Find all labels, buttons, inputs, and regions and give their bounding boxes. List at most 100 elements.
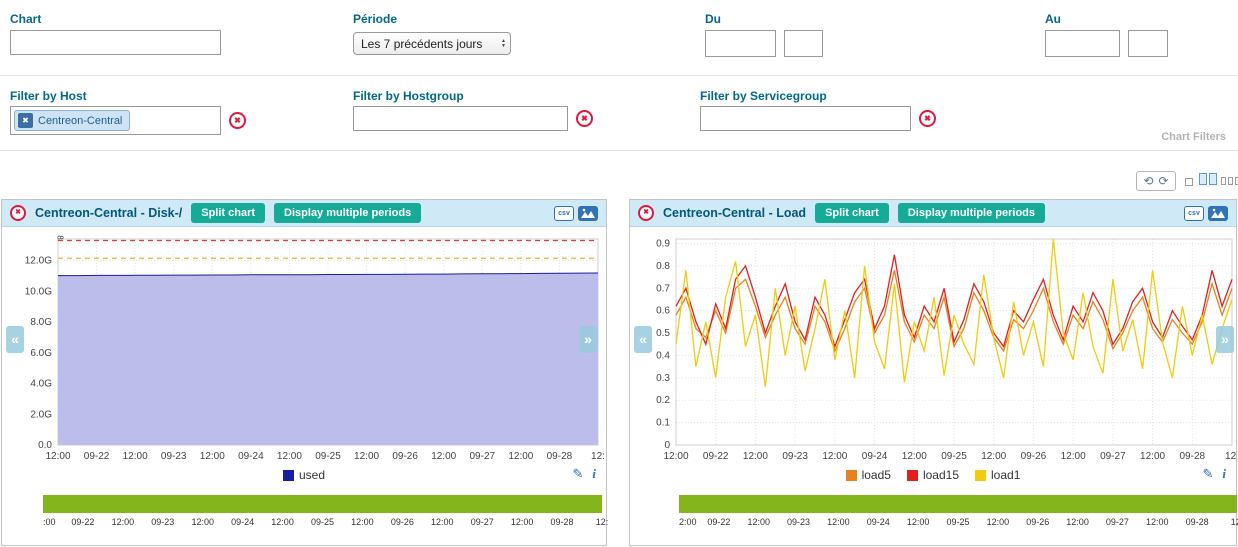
au-date-input[interactable] [1045, 30, 1120, 57]
load-chart-title: Centreon-Central - Load [663, 206, 806, 220]
timeline-selector-bar[interactable] [43, 495, 602, 513]
svg-text:12:00: 12:00 [508, 451, 533, 462]
svg-text:09-28: 09-28 [547, 451, 573, 462]
timeline-tick-label: 09-28 [1186, 517, 1209, 527]
column-icon [1221, 177, 1226, 185]
load-average-chart[interactable]: 12:0009-2212:0009-2312:0009-2412:0009-25… [630, 229, 1236, 464]
timeline-tick-label: 09-23 [151, 517, 174, 527]
scroll-period-forward-button[interactable]: » [1216, 326, 1234, 353]
export-image-icon[interactable] [1208, 206, 1228, 221]
edit-chart-icon[interactable]: ✎ [1202, 466, 1213, 482]
timeline-tick-label: 12:00 [271, 517, 294, 527]
svg-text:09-25: 09-25 [315, 451, 341, 462]
periode-select[interactable]: Les 7 précédents jours ▲ ▼ [353, 32, 511, 55]
svg-text:12:: 12: [1225, 451, 1236, 462]
column-icon [1228, 177, 1233, 185]
chart-info-icon[interactable]: i [1222, 466, 1226, 482]
legend-label: load1 [991, 468, 1020, 482]
au-time-input[interactable] [1128, 30, 1168, 57]
svg-text:6.0G: 6.0G [30, 348, 52, 359]
chart-info-icon[interactable]: i [592, 466, 596, 482]
disk-usage-chart[interactable]: 12:0009-2212:0009-2312:0009-2412:0009-25… [2, 229, 606, 464]
filter-by-servicegroup-label: Filter by Servicegroup [700, 89, 827, 103]
legend-color-swatch [975, 470, 986, 481]
disk-panel-header: ✖ Centreon-Central - Disk-/ Split chart … [2, 200, 606, 227]
filter-by-hostgroup-label: Filter by Hostgroup [353, 89, 464, 103]
timeline-tick-label: 12:00 [191, 517, 214, 527]
du-time-input[interactable] [784, 30, 823, 57]
timeline-selector-bar[interactable] [679, 495, 1237, 513]
legend-item[interactable]: used [283, 468, 325, 482]
column-icon [1199, 173, 1207, 185]
graph-sync-toolbar: ⟲ ⟳ [1136, 171, 1176, 191]
chart-filter-label: Chart [10, 12, 41, 26]
timeline-tick-label: 12:00 [351, 517, 374, 527]
timeline-tick-label: 12:00 [511, 517, 534, 527]
view-one-column-button[interactable] [1185, 178, 1193, 186]
timeline-tick-label: 12:00 [1146, 517, 1169, 527]
svg-text:0.0: 0.0 [38, 440, 52, 451]
rotate-period-icon[interactable]: ⟳ [1159, 175, 1169, 187]
svg-text:09-28: 09-28 [1179, 451, 1205, 462]
timeline-tick-label: 09-26 [391, 517, 414, 527]
svg-text:12:00: 12:00 [743, 451, 768, 462]
y-axis-unit-glyph: 8 [56, 235, 65, 239]
timeline-tick-label: 09-22 [71, 517, 94, 527]
legend-label: used [299, 468, 325, 482]
view-two-columns-button[interactable] [1199, 173, 1217, 185]
edit-chart-icon[interactable]: ✎ [572, 466, 583, 482]
chart-filter-input[interactable] [10, 30, 221, 55]
clear-host-filter-icon[interactable]: ✖ [229, 112, 246, 129]
disk-chart-panel: ✖ Centreon-Central - Disk-/ Split chart … [1, 199, 607, 546]
export-csv-icon[interactable]: csv [1184, 206, 1204, 221]
legend-item[interactable]: load5 [846, 468, 891, 482]
timeline-tick-label: 09-26 [1026, 517, 1049, 527]
load-chart-tools: ✎ i [1202, 466, 1226, 482]
centreon-performance-graphs-page: Chart Période Les 7 précédents jours ▲ ▼… [0, 0, 1238, 547]
close-disk-chart-icon[interactable]: ✖ [10, 205, 26, 221]
timeline-tick-label: 2:00 [679, 517, 697, 527]
legend-item[interactable]: load15 [907, 468, 959, 482]
timeline-tick-label: 09-27 [471, 517, 494, 527]
svg-text:12:00: 12:00 [663, 451, 688, 462]
load-header-icons: csv [1184, 206, 1228, 221]
scroll-period-forward-button[interactable]: » [579, 326, 597, 353]
host-filter-input[interactable]: ✖ Centreon-Central [10, 106, 221, 135]
svg-text:0.2: 0.2 [656, 395, 670, 406]
timeline-tick-label: 12:00 [827, 517, 850, 527]
export-csv-icon[interactable]: csv [554, 206, 574, 221]
remove-host-tag-icon[interactable]: ✖ [18, 113, 33, 128]
view-three-columns-button[interactable] [1221, 177, 1238, 185]
timeline-tick-label: 09-23 [787, 517, 810, 527]
svg-text:0.7: 0.7 [656, 283, 670, 294]
timeline-tick-label: 09-28 [551, 517, 574, 527]
hostgroup-filter-input[interactable] [353, 106, 568, 131]
load-chart-legend: load5 load15 load1 [630, 468, 1236, 482]
display-multiple-periods-button[interactable]: Display multiple periods [898, 203, 1045, 223]
svg-text:0.9: 0.9 [656, 238, 670, 249]
legend-item[interactable]: load1 [975, 468, 1020, 482]
host-filter-tag[interactable]: ✖ Centreon-Central [14, 110, 130, 131]
display-multiple-periods-button[interactable]: Display multiple periods [274, 203, 421, 223]
clear-hostgroup-filter-icon[interactable]: ✖ [576, 110, 593, 127]
svg-text:12:00: 12:00 [45, 451, 70, 462]
du-date-input[interactable] [705, 30, 776, 57]
svg-text:0.1: 0.1 [656, 418, 670, 429]
timeline-tick-label: 09-27 [1106, 517, 1129, 527]
close-load-chart-icon[interactable]: ✖ [638, 205, 654, 221]
svg-text:09-22: 09-22 [84, 451, 110, 462]
timeline-tick-label: 09-24 [867, 517, 890, 527]
disk-chart-tools: ✎ i [572, 466, 596, 482]
filter-by-host-label: Filter by Host [10, 89, 87, 103]
clear-servicegroup-filter-icon[interactable]: ✖ [919, 110, 936, 127]
servicegroup-filter-input[interactable] [700, 106, 911, 131]
svg-text:12.0G: 12.0G [25, 256, 52, 267]
timeline-axis-labels: 2:0009-2212:0009-2312:0009-2412:0009-251… [679, 517, 1237, 529]
scroll-period-back-button[interactable]: « [6, 326, 24, 353]
svg-text:2.0G: 2.0G [30, 409, 52, 420]
scroll-period-back-button[interactable]: « [634, 326, 652, 353]
refresh-graphs-icon[interactable]: ⟲ [1143, 175, 1153, 187]
export-image-icon[interactable] [578, 206, 598, 221]
split-chart-button[interactable]: Split chart [191, 203, 265, 223]
split-chart-button[interactable]: Split chart [815, 203, 889, 223]
